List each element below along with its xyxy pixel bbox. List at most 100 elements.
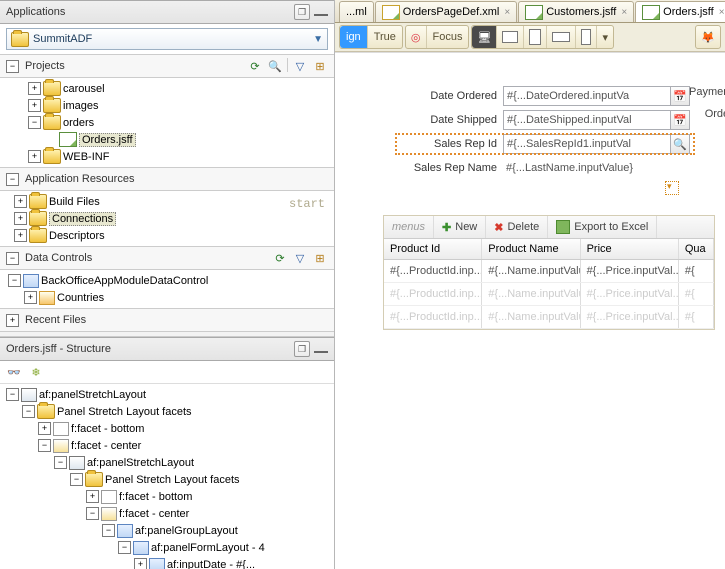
tree-node[interactable]: +images	[4, 97, 330, 114]
working-sets-icon[interactable]: 🔍	[267, 58, 283, 74]
structure-toolbar: 👓 ❄	[0, 361, 334, 384]
label-sales-rep-name: Sales Rep Name	[395, 162, 503, 174]
tree-node[interactable]: −orders	[4, 114, 330, 131]
structure-node[interactable]: −f:facet - center	[4, 437, 330, 454]
tab-orders-jsff[interactable]: Orders.jsff×	[635, 1, 725, 22]
device-phone-portrait-icon[interactable]	[576, 26, 597, 48]
tree-node[interactable]: +Descriptors	[4, 227, 330, 244]
projects-header[interactable]: − Projects ⟳ 🔍 ▽ ⊞	[0, 54, 334, 78]
applications-header: Applications ❐	[0, 0, 334, 24]
folder-icon	[85, 472, 103, 487]
device-tablet-landscape-icon[interactable]	[497, 26, 524, 48]
xml-icon	[382, 5, 400, 20]
col-price[interactable]: Price	[581, 239, 679, 259]
tree-node[interactable]: +carousel	[4, 80, 330, 97]
projects-tree: +carousel +images −orders Orders.jsff +W…	[0, 78, 334, 167]
col-quantity[interactable]: Qua	[679, 239, 714, 259]
browser-firefox-icon[interactable]: 🦊	[696, 26, 720, 48]
folder-icon	[37, 404, 55, 419]
structure-node[interactable]: −Panel Stretch Layout facets	[4, 471, 330, 488]
applications-label: Applications	[6, 6, 65, 18]
structure-node[interactable]: +f:facet - bottom	[4, 420, 330, 437]
table-row[interactable]: #{...ProductId.inp... #{...Name.inputVal…	[384, 260, 714, 283]
new-button[interactable]: ✚New	[434, 216, 486, 238]
restore-icon[interactable]: ❐	[294, 4, 310, 20]
refresh-icon[interactable]: ⟳	[247, 58, 263, 74]
cell-product-id: #{...ProductId.inp...	[384, 260, 482, 282]
data-controls-label: Data Controls	[25, 252, 92, 264]
focus-button[interactable]: Focus	[427, 26, 469, 48]
collapse-toggle[interactable]: −	[6, 173, 19, 186]
structure-node[interactable]: −af:panelStretchLayout	[4, 454, 330, 471]
tree-node-file[interactable]: Orders.jsff	[4, 131, 330, 148]
tree-node[interactable]: −BackOfficeAppModuleDataControl	[4, 272, 330, 289]
table-row-ghost: #{...ProductId.inp...#{...Name.inputValu…	[384, 306, 714, 329]
application-selector[interactable]: SummitADF ▼	[6, 28, 328, 50]
collapse-toggle[interactable]: −	[6, 252, 19, 265]
structure-node[interactable]: −af:panelStretchLayout	[4, 386, 330, 403]
output-sales-rep-name: #{...LastName.inputValue}	[503, 159, 687, 177]
close-icon[interactable]: ×	[504, 7, 510, 18]
minimize-icon[interactable]	[314, 4, 328, 16]
layout-icon[interactable]: ⊞	[312, 58, 328, 74]
label-date-shipped: Date Shipped	[395, 114, 503, 126]
folder-icon	[43, 149, 61, 164]
tree-node[interactable]: +Build Files	[4, 193, 330, 210]
jsff-icon	[59, 132, 77, 147]
col-product-name[interactable]: Product Name	[482, 239, 580, 259]
tree-node[interactable]: +WEB-INF	[4, 148, 330, 165]
device-more-icon[interactable]: ▾	[597, 26, 613, 48]
freeze-icon[interactable]: ❄	[28, 364, 44, 380]
focus-target-icon[interactable]: ◎	[406, 26, 427, 48]
show-binding-icon[interactable]: 👓	[6, 364, 22, 380]
label-date-ordered: Date Ordered	[395, 90, 503, 102]
menus-placeholder[interactable]: menus	[384, 216, 434, 238]
form-row-sales-rep-name[interactable]: Sales Rep Name #{...LastName.inputValue}	[395, 157, 695, 179]
expand-toggle[interactable]: +	[6, 314, 19, 327]
restore-icon[interactable]: ❐	[294, 341, 310, 357]
delete-button[interactable]: ✖Delete	[486, 216, 548, 238]
filter-icon[interactable]: ▽	[292, 58, 308, 74]
label-total: Tota	[637, 130, 725, 152]
minimize-icon[interactable]	[314, 341, 328, 353]
true-button[interactable]: True	[368, 26, 402, 48]
device-tablet-portrait-icon[interactable]	[524, 26, 547, 48]
excel-icon	[556, 220, 570, 234]
data-controls-header[interactable]: − Data Controls ⟳ ▽ ⊞	[0, 246, 334, 270]
design-canvas: start Date Ordered #{...DateOrdered.inpu…	[335, 52, 725, 569]
data-control-icon	[23, 274, 39, 288]
tree-node[interactable]: +Countries	[4, 289, 330, 306]
tab-orders-pagedef[interactable]: OrdersPageDef.xml×	[375, 1, 517, 22]
collapse-toggle[interactable]: −	[6, 60, 19, 73]
structure-node[interactable]: −af:panelFormLayout - 4	[4, 539, 330, 556]
device-desktop-icon[interactable]: 🖥	[472, 26, 497, 48]
refresh-icon[interactable]: ⟳	[272, 250, 288, 266]
col-product-id[interactable]: Product Id	[384, 239, 482, 259]
recent-files-header[interactable]: + Recent Files	[0, 308, 334, 332]
chevron-down-icon: ▼	[313, 34, 323, 45]
folder-icon	[29, 228, 47, 243]
layout-icon[interactable]: ⊞	[312, 250, 328, 266]
filter-icon[interactable]: ▽	[292, 250, 308, 266]
design-button[interactable]: ign	[340, 26, 368, 48]
label-payment-type: Payment Typ	[637, 86, 725, 108]
structure-node[interactable]: −Panel Stretch Layout facets	[4, 403, 330, 420]
app-resources-header[interactable]: − Application Resources	[0, 167, 334, 191]
tab-customers-jsff[interactable]: Customers.jsff×	[518, 1, 634, 22]
application-name: SummitADF	[33, 33, 92, 45]
table-header: Product Id Product Name Price Qua	[384, 239, 714, 260]
structure-node[interactable]: +f:facet - bottom	[4, 488, 330, 505]
tree-node[interactable]: +Connections	[4, 210, 330, 227]
tab-pagedef-xml-other[interactable]: ...ml	[339, 1, 374, 22]
structure-node[interactable]: −f:facet - center	[4, 505, 330, 522]
structure-title: Orders.jsff - Structure	[6, 343, 111, 355]
export-excel-button[interactable]: Export to Excel	[548, 216, 657, 238]
start-facet-label: start	[289, 197, 325, 211]
projects-label: Projects	[25, 60, 65, 72]
close-icon[interactable]: ×	[621, 7, 627, 18]
structure-node[interactable]: +af:inputDate - #{...	[4, 556, 330, 569]
device-phone-landscape-icon[interactable]	[547, 26, 576, 48]
close-icon[interactable]: ×	[719, 7, 725, 18]
connections-node: Connections	[49, 212, 116, 226]
structure-node[interactable]: −af:panelGroupLayout	[4, 522, 330, 539]
